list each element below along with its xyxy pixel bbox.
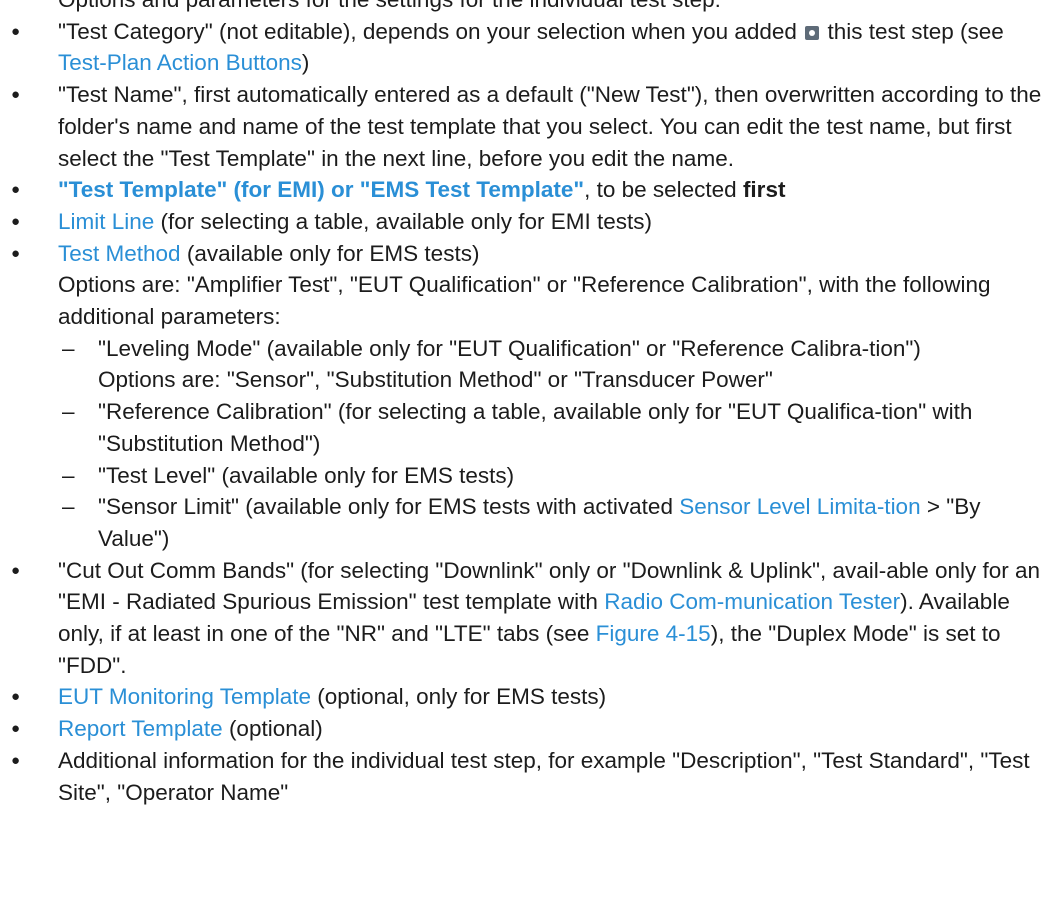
link-test-method[interactable]: Test Method (58, 241, 181, 266)
list-item-report-template: Report Template (optional) (0, 713, 1043, 745)
text: (optional, only for EMS tests) (311, 684, 607, 710)
emphasis-first: first (742, 177, 786, 203)
list-item-eut-monitoring: EUT Monitoring Template (optional, only … (0, 681, 1043, 713)
text: , to be selected (584, 177, 743, 203)
link-eut-monitoring-template[interactable]: EUT Monitoring Template (58, 684, 311, 709)
text: "Leveling Mode" (available only for "EUT… (98, 335, 921, 361)
list-item-test-category: "Test Category" (not editable), depends … (0, 16, 1043, 79)
list-item-test-method: Test Method (available only for EMS test… (0, 238, 1043, 555)
sublist-item-leveling-mode: "Leveling Mode" (available only for "EUT… (58, 333, 1043, 396)
text: "Sensor Limit" (available only for EMS t… (98, 494, 680, 520)
link-figure-4-15[interactable]: Figure 4-15 (596, 621, 711, 646)
intro-text: Options and parameters for the settings … (0, 0, 1050, 16)
list-item-limit-line: Limit Line (for selecting a table, avail… (0, 206, 1043, 238)
link-radio-communication-tester[interactable]: Radio Com-munication Tester (604, 589, 900, 614)
link-test-plan-action-buttons[interactable]: Test-Plan Action Buttons (58, 50, 302, 75)
text: (available only for EMS tests) (180, 240, 480, 266)
sublist-item-reference-calibration: "Reference Calibration" (for selecting a… (58, 396, 1043, 459)
test-method-sublist: "Leveling Mode" (available only for "EUT… (58, 333, 1043, 555)
add-test-step-icon (805, 25, 820, 40)
link-test-template[interactable]: "Test Template" (for EMI) or "EMS Test T… (58, 177, 584, 202)
list-item-test-name: "Test Name", first automatically entered… (0, 79, 1043, 174)
settings-list: "Test Category" (not editable), depends … (0, 16, 1050, 809)
text: (optional) (222, 716, 323, 742)
sublist-item-sensor-limit: "Sensor Limit" (available only for EMS t… (58, 491, 1043, 554)
test-method-options: Options are: "Amplifier Test", "EUT Qual… (58, 272, 991, 330)
text: (for selecting a table, available only f… (154, 208, 653, 234)
list-item-test-template: "Test Template" (for EMI) or "EMS Test T… (0, 174, 1043, 206)
list-item-cut-out-comm-bands: "Cut Out Comm Bands" (for selecting "Dow… (0, 555, 1043, 682)
text: this test step (see (821, 18, 1004, 44)
text: "Test Category" (not editable), depends … (58, 18, 804, 44)
list-item-additional-info: Additional information for the individua… (0, 745, 1043, 808)
link-limit-line[interactable]: Limit Line (58, 209, 154, 234)
document-body: Options and parameters for the settings … (0, 0, 1050, 808)
link-sensor-level-limitation[interactable]: Sensor Level Limita-tion (679, 494, 920, 519)
leveling-options: Options are: "Sensor", "Substitution Met… (98, 367, 773, 393)
text: ) (301, 50, 310, 76)
link-report-template[interactable]: Report Template (58, 716, 223, 741)
sublist-item-test-level: "Test Level" (available only for EMS tes… (58, 460, 1043, 492)
